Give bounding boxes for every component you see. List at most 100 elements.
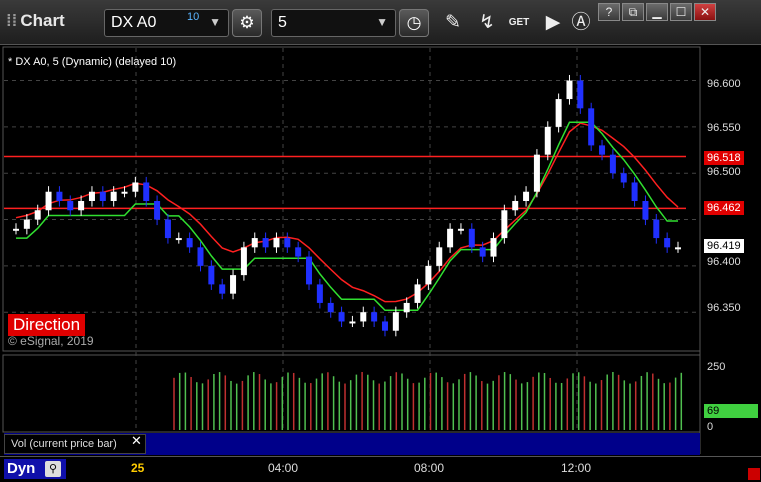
price-tick: 96.600 — [707, 78, 741, 90]
price-tick: 96.550 — [707, 122, 741, 134]
time-label: 25 — [131, 461, 145, 475]
candle-body — [143, 182, 150, 201]
candle-body — [609, 154, 616, 174]
symbol-input[interactable]: DX A0 10 ▼ — [104, 9, 229, 37]
minimize-icon: ▁ — [652, 5, 662, 19]
help-icon: ? — [605, 5, 613, 19]
candle-body — [186, 238, 193, 248]
candle-body — [34, 210, 41, 220]
get-icon[interactable]: GET — [506, 10, 532, 36]
price-panel-border — [2, 46, 701, 352]
candle-body — [154, 201, 161, 220]
candle-body — [164, 219, 171, 239]
candle-body — [23, 219, 30, 229]
candle-body — [273, 238, 280, 248]
candle-body — [490, 238, 497, 257]
chevron-down-icon[interactable]: ▼ — [209, 15, 221, 29]
candle-body — [457, 228, 464, 231]
candle-body — [523, 191, 530, 201]
candle-body — [121, 191, 128, 194]
time-label: 04:00 — [268, 461, 299, 475]
resize-handle[interactable] — [748, 468, 760, 480]
restore-icon: ⧉ — [628, 5, 638, 19]
candle-body — [316, 284, 323, 303]
candle-body — [110, 191, 117, 201]
candle-body — [45, 191, 52, 211]
candle-body — [240, 247, 247, 276]
close-icon[interactable]: ✕ — [131, 433, 142, 449]
play-icon[interactable]: ▶ — [540, 10, 566, 36]
candle-body — [620, 173, 627, 183]
price-tick: 96.500 — [707, 166, 741, 178]
symbol-value: DX A0 — [111, 14, 157, 31]
candle-body — [642, 201, 649, 220]
candle-body — [251, 238, 258, 248]
candle-body — [447, 228, 454, 248]
candle-body — [219, 284, 226, 294]
lock-icon[interactable]: ⚲ — [45, 461, 61, 477]
chevron-down-icon[interactable]: ▼ — [376, 15, 388, 29]
minimize-button[interactable]: ▁ — [646, 3, 668, 21]
time-axis — [0, 456, 761, 482]
candle-body — [360, 312, 367, 322]
gear-button[interactable]: ⚙ — [232, 9, 262, 37]
candle-body — [501, 210, 508, 239]
candle-body — [414, 284, 421, 303]
copyright-text: © eSignal, 2019 — [8, 334, 94, 348]
candle-body — [653, 219, 660, 239]
candle-body — [338, 312, 345, 322]
last-price-box: 96.419 — [704, 239, 744, 253]
candle-body — [512, 201, 519, 211]
help-button[interactable]: ? — [598, 3, 620, 21]
candle-body — [468, 228, 475, 248]
close-button[interactable]: ✕ — [694, 3, 716, 21]
candle-body — [295, 247, 302, 257]
candle-body — [197, 247, 204, 266]
chart-symbol-label: * DX A0, 5 (Dynamic) (delayed 10) — [8, 56, 177, 68]
candle-body — [588, 108, 595, 146]
title-bar: ⁞⁞ Chart DX A0 10 ▼ ⚙ 5 ▼ ◷ ✎ ↯ GET ▶ Ⓐ ?… — [0, 0, 761, 45]
candle-body — [56, 191, 63, 201]
candle-body — [392, 312, 399, 331]
volume-value-box: 69 — [704, 404, 758, 418]
symbol-delay-badge: 10 — [187, 11, 200, 23]
candle-body — [381, 321, 388, 331]
candle-body — [208, 265, 215, 285]
time-label: 12:00 — [561, 461, 592, 475]
candle-body — [533, 154, 540, 192]
candle-body — [67, 201, 74, 211]
candle-body — [78, 201, 85, 211]
volume-tick: 250 — [707, 361, 726, 373]
price-chart[interactable] — [0, 45, 761, 454]
price-tick: 96.400 — [707, 256, 741, 268]
candle-body — [349, 321, 356, 324]
alert-icon[interactable]: Ⓐ — [568, 10, 594, 36]
candle-body — [664, 238, 671, 248]
study-icon[interactable]: ↯ — [474, 10, 500, 36]
candle-body — [230, 275, 237, 294]
candle-body — [175, 238, 182, 241]
window-title: ⁞⁞ Chart — [6, 11, 65, 30]
volume-study-label[interactable]: Vol (current price bar) — [4, 434, 146, 454]
direction-badge: Direction — [8, 314, 86, 336]
close-icon: ✕ — [699, 5, 711, 19]
candle-body — [577, 80, 584, 109]
clock-button[interactable]: ◷ — [399, 9, 429, 37]
time-label: 08:00 — [414, 461, 445, 475]
interval-input[interactable]: 5 ▼ — [271, 9, 396, 37]
volume-tick: 0 — [707, 421, 714, 433]
candle-body — [403, 302, 410, 313]
candle-body — [599, 145, 606, 155]
candle-body — [262, 238, 269, 248]
pencil-icon[interactable]: ✎ — [440, 10, 466, 36]
maximize-button[interactable]: ☐ — [670, 3, 692, 21]
candle-body — [566, 80, 573, 100]
candle-body — [436, 247, 443, 266]
candle-body — [425, 265, 432, 285]
mid-line-price-box: 96.462 — [704, 201, 744, 215]
candle-body — [99, 191, 106, 201]
restore-button[interactable]: ⧉ — [622, 3, 644, 21]
maximize-icon: ☐ — [675, 5, 687, 19]
candle-body — [88, 191, 95, 201]
candle-body — [544, 126, 551, 155]
